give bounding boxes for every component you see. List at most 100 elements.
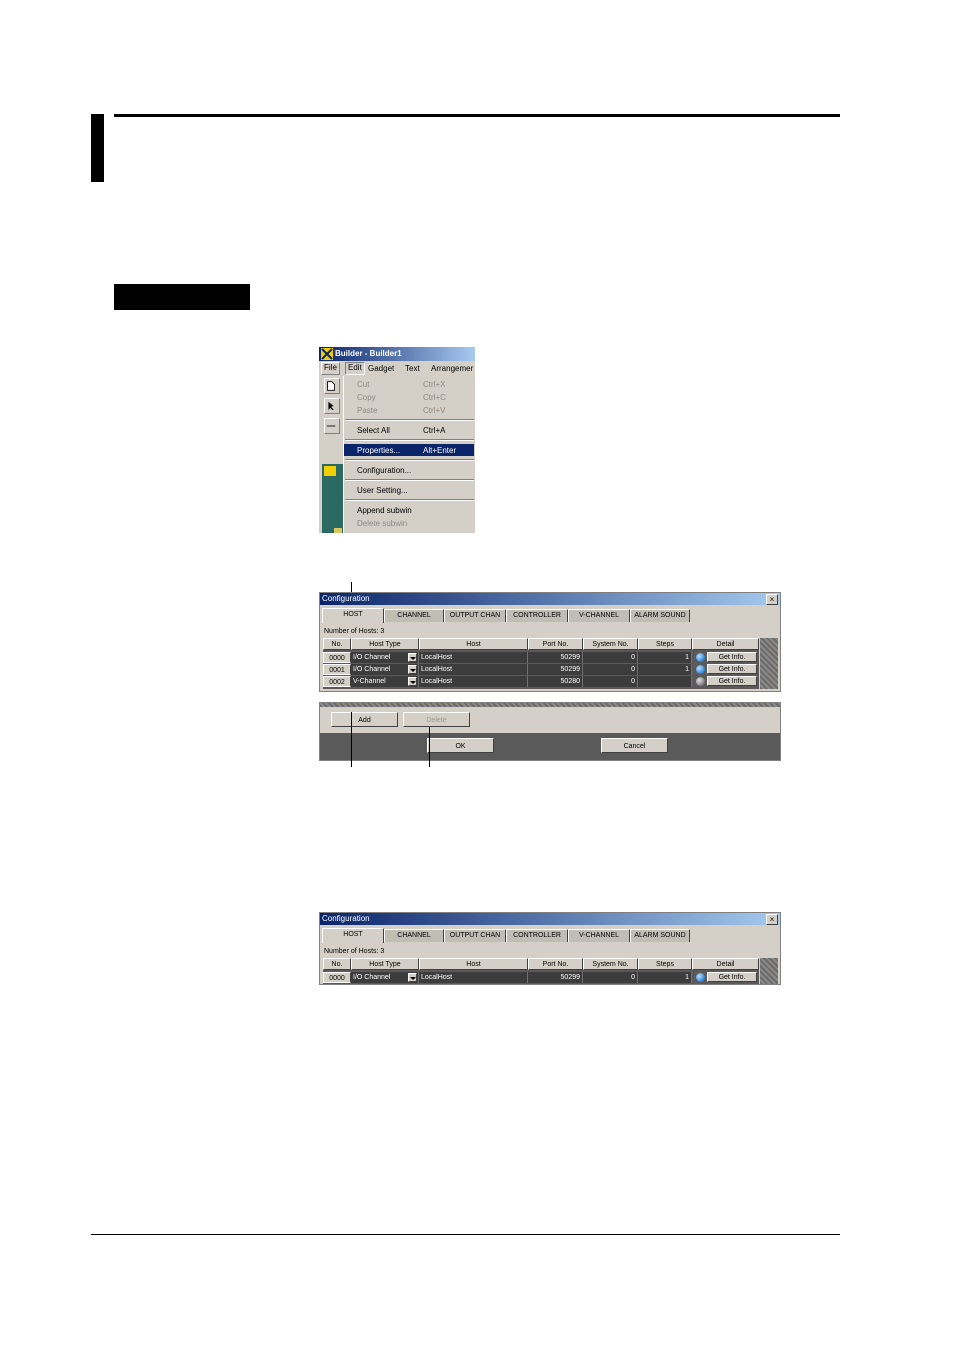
column-header-host-type: Host Type (351, 638, 419, 650)
system-no-cell[interactable]: 0 (583, 664, 638, 675)
pointer-tool[interactable] (324, 398, 340, 414)
menu-item-user-setting[interactable]: User Setting... (344, 484, 474, 496)
tab-output-chan[interactable]: OUTPUT CHAN (444, 929, 506, 942)
scrollbar-area[interactable] (760, 958, 778, 984)
column-header-system-no: System No. (583, 958, 638, 970)
scrollbar-area[interactable] (760, 638, 778, 689)
menu-separator (345, 439, 474, 441)
ok-button[interactable]: OK (427, 738, 494, 753)
menu-item-delete-subwin[interactable]: Delete subwin (344, 517, 474, 529)
tab-alarm-sound[interactable]: ALARM SOUND (630, 609, 690, 622)
dialog-title: Configuration (322, 594, 370, 603)
menu-separator (345, 479, 474, 481)
table-row-no: 0001 (323, 664, 351, 675)
chevron-down-icon[interactable] (408, 973, 417, 982)
get-info-button[interactable]: Get Info. (707, 972, 757, 982)
tab-host[interactable]: HOST (322, 928, 384, 943)
menu-edit[interactable]: Edit (345, 362, 365, 375)
host-table: No. Host Type Host Port No. System No. S… (323, 638, 759, 689)
menu-item-copy[interactable]: Copy Ctrl+C (344, 391, 474, 403)
tab-alarm-sound[interactable]: ALARM SOUND (630, 929, 690, 942)
cancel-button[interactable]: Cancel (601, 738, 668, 753)
line-tool[interactable] (324, 418, 340, 434)
hosts-count: Number of Hosts: 3 (324, 948, 385, 955)
menu-item-configuration[interactable]: Configuration... (344, 464, 474, 476)
tab-v-channel[interactable]: V-CHANNEL (568, 609, 630, 622)
table-row-no: 0000 (323, 972, 351, 983)
edit-dropdown-menu: Cut Ctrl+X Copy Ctrl+C Paste Ctrl+V Select … (343, 376, 475, 533)
column-header-system-no: System No. (583, 638, 638, 650)
steps-cell: 1 (638, 972, 692, 983)
menu-gadget[interactable]: Gadget (368, 364, 394, 373)
menu-separator (345, 459, 474, 461)
system-no-cell[interactable]: 0 (583, 676, 638, 687)
builder-toolbar (319, 376, 343, 533)
menu-item-cut[interactable]: Cut Ctrl+X (344, 378, 474, 390)
steps-cell: 1 (638, 664, 692, 675)
status-led-icon (696, 653, 705, 662)
tab-host[interactable]: HOST (322, 608, 384, 623)
column-header-host-type: Host Type (351, 958, 419, 970)
get-info-button[interactable]: Get Info. (707, 676, 757, 686)
menu-arrangement[interactable]: Arrangemer (431, 364, 473, 373)
port-cell[interactable]: 50299 (528, 664, 583, 675)
menu-item-select-all[interactable]: Select All Ctrl+A (344, 424, 474, 436)
chevron-down-icon[interactable] (408, 653, 417, 662)
chapter-top-rule (114, 114, 840, 117)
configuration-dialog-buttons: Add Delete OK Cancel (319, 702, 781, 761)
builder-app-icon (321, 348, 333, 360)
host-cell[interactable]: LocalHost (419, 676, 528, 687)
system-no-cell[interactable]: 0 (583, 652, 638, 663)
status-led-icon (696, 677, 705, 686)
host-cell[interactable]: LocalHost (419, 664, 528, 675)
get-info-button[interactable]: Get Info. (707, 652, 757, 662)
tab-v-channel[interactable]: V-CHANNEL (568, 929, 630, 942)
column-header-no: No. (323, 638, 351, 650)
host-cell[interactable]: LocalHost (419, 972, 528, 983)
table-row-no: 0002 (323, 676, 351, 687)
menu-item-append-subwin[interactable]: Append subwin (344, 504, 474, 516)
configuration-dialog: Configuration × HOST CHANNEL OUTPUT CHAN… (319, 592, 781, 692)
tab-output-chan[interactable]: OUTPUT CHAN (444, 609, 506, 622)
steps-cell (638, 676, 692, 687)
port-cell[interactable]: 50299 (528, 972, 583, 983)
tab-controller[interactable]: CONTROLLER (506, 609, 568, 622)
new-document-tool[interactable] (324, 378, 340, 394)
tab-channel[interactable]: CHANNEL (384, 929, 444, 942)
port-cell[interactable]: 50299 (528, 652, 583, 663)
column-header-port-no: Port No. (528, 958, 583, 970)
chevron-down-icon[interactable] (408, 677, 417, 686)
tab-controller[interactable]: CONTROLLER (506, 929, 568, 942)
table-row-no: 0000 (323, 652, 351, 663)
tab-channel[interactable]: CHANNEL (384, 609, 444, 622)
callout-line-add (351, 712, 352, 767)
dialog-titlebar: Configuration × (320, 593, 780, 605)
column-header-no: No. (323, 958, 351, 970)
port-cell[interactable]: 50280 (528, 676, 583, 687)
column-header-host: Host (419, 638, 528, 650)
new-document-icon (327, 381, 335, 391)
add-button[interactable]: Add (331, 712, 398, 727)
close-button[interactable]: × (766, 594, 778, 605)
procedure-label-block (114, 284, 250, 310)
status-led-icon (696, 665, 705, 674)
chevron-down-icon[interactable] (408, 665, 417, 674)
builder-title: Builder - Builder1 (335, 349, 402, 358)
menu-text[interactable]: Text (405, 364, 420, 373)
canvas-window-icon (324, 466, 336, 476)
builder-window-screenshot: Builder - Builder1 File Edit Gadget Text… (319, 347, 475, 533)
column-header-detail: Detail (692, 958, 759, 970)
host-cell[interactable]: LocalHost (419, 652, 528, 663)
menu-item-paste[interactable]: Paste Ctrl+V (344, 404, 474, 416)
get-info-button[interactable]: Get Info. (707, 664, 757, 674)
footer-rule (91, 1234, 840, 1235)
steps-cell: 1 (638, 652, 692, 663)
system-no-cell[interactable]: 0 (583, 972, 638, 983)
dialog-footer (320, 733, 780, 760)
menu-item-properties[interactable]: Properties... Alt+Enter (344, 444, 474, 456)
pointer-icon (328, 401, 334, 411)
close-button[interactable]: × (766, 914, 778, 925)
menu-file[interactable]: File (321, 362, 340, 375)
builder-menubar: File Edit Gadget Text Arrangemer (319, 362, 475, 375)
delete-button[interactable]: Delete (403, 712, 470, 727)
